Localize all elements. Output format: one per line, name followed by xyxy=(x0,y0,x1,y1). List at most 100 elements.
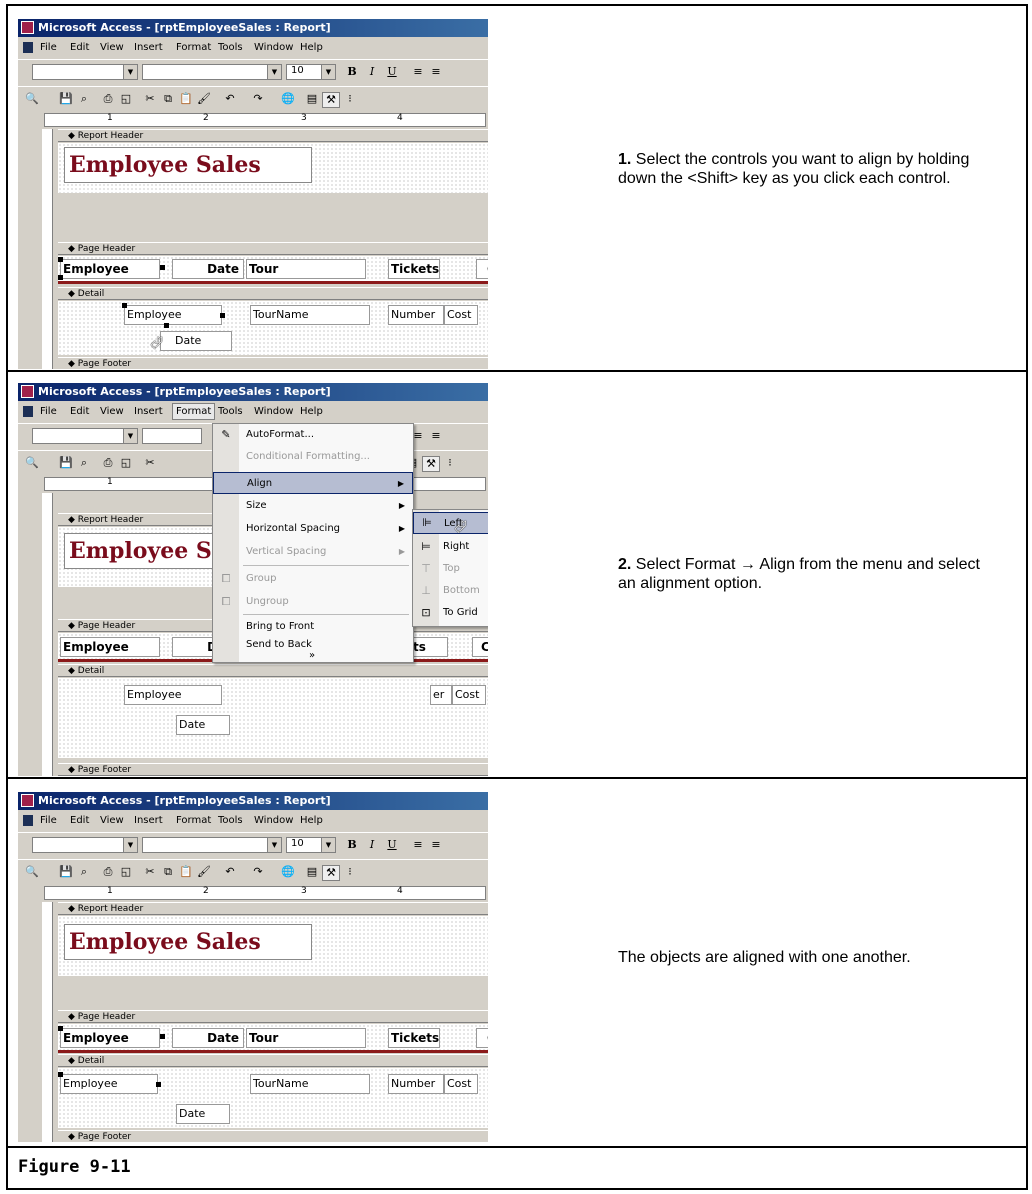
cost-header-label[interactable]: C xyxy=(476,259,488,279)
selection-handle[interactable] xyxy=(220,313,225,318)
expand-menu-chevron-icon[interactable]: » xyxy=(309,650,315,661)
menu-view[interactable]: View xyxy=(100,815,124,826)
format-painter-icon[interactable]: 🖌 xyxy=(196,865,212,879)
employee-field[interactable]: Employee xyxy=(60,1074,158,1094)
menu-item-align[interactable]: Align ▶ xyxy=(213,472,413,494)
format-painter-icon[interactable]: 🖌 xyxy=(196,92,212,106)
menu-window[interactable]: Window xyxy=(254,42,293,53)
menu-view[interactable]: View xyxy=(100,42,124,53)
menu-tools[interactable]: Tools xyxy=(218,42,243,53)
report-doc-icon[interactable] xyxy=(23,815,33,826)
employee-field[interactable]: Employee xyxy=(124,305,222,325)
print-preview-icon[interactable]: ◱ xyxy=(118,92,134,106)
menu-help[interactable]: Help xyxy=(300,815,323,826)
band-detail[interactable]: ◆ Detail xyxy=(58,1054,488,1067)
bold-button[interactable]: B xyxy=(344,65,360,79)
redo-icon[interactable]: ↷ xyxy=(250,865,266,879)
menu-item-align-top[interactable]: ⊤ Top xyxy=(413,558,488,580)
tour-header-label[interactable]: Tour xyxy=(246,259,366,279)
paste-icon[interactable]: 📋 xyxy=(178,92,194,106)
object-combo[interactable]: ▼ xyxy=(32,64,138,80)
object-combo[interactable]: ▼ xyxy=(32,428,138,444)
font-combo[interactable] xyxy=(142,428,202,444)
selection-handle[interactable] xyxy=(164,323,169,328)
band-page-footer[interactable]: ◆ Page Footer xyxy=(58,1130,488,1142)
number-field[interactable]: er xyxy=(430,685,452,705)
copy-icon[interactable]: ⧉ xyxy=(160,865,176,879)
toolbox-icon[interactable]: ⚒ xyxy=(322,865,340,881)
band-page-header[interactable]: ◆ Page Header xyxy=(58,1010,488,1023)
font-combo[interactable]: ▼ xyxy=(142,64,282,80)
employee-header-label[interactable]: Employee xyxy=(60,259,160,279)
cut-icon[interactable]: ✂ xyxy=(142,865,158,879)
menu-item-conditional-formatting[interactable]: Conditional Formatting... xyxy=(213,446,413,468)
band-detail[interactable]: ◆ Detail xyxy=(58,287,488,300)
hyperlink-icon[interactable]: 🌐 xyxy=(280,865,296,879)
selection-handle[interactable] xyxy=(122,303,127,308)
object-combo[interactable]: ▼ xyxy=(32,837,138,853)
search-icon[interactable]: ⌕ xyxy=(76,865,92,879)
date-field[interactable]: Date xyxy=(176,715,230,735)
menu-edit[interactable]: Edit xyxy=(70,815,89,826)
save-icon[interactable]: 💾 xyxy=(58,92,74,106)
menu-window[interactable]: Window xyxy=(254,815,293,826)
view-icon[interactable]: 🔍 xyxy=(24,865,40,879)
menu-item-vertical-spacing[interactable]: Vertical Spacing ▶ xyxy=(213,541,413,563)
view-icon[interactable]: 🔍 xyxy=(24,456,40,470)
selection-handle[interactable] xyxy=(160,1034,165,1039)
menu-item-group[interactable]: ⧠ Group xyxy=(213,568,413,590)
bold-button[interactable]: B xyxy=(344,838,360,852)
menu-view[interactable]: View xyxy=(100,406,124,417)
cost-field[interactable]: Cost xyxy=(444,305,478,325)
employee-header-label[interactable]: Employee xyxy=(60,637,160,657)
align-left-icon[interactable]: ≡ xyxy=(410,838,426,852)
print-preview-icon[interactable]: ◱ xyxy=(118,865,134,879)
band-report-header[interactable]: ◆ Report Header xyxy=(58,902,488,915)
menu-item-align-left[interactable]: ⊫ Left xyxy=(413,512,488,534)
menu-help[interactable]: Help xyxy=(300,406,323,417)
selection-handle[interactable] xyxy=(58,1072,63,1077)
align-center-icon[interactable]: ≡ xyxy=(428,838,444,852)
menu-insert[interactable]: Insert xyxy=(134,406,163,417)
menu-item-horizontal-spacing[interactable]: Horizontal Spacing ▶ xyxy=(213,518,413,540)
date-header-label[interactable]: Date xyxy=(172,259,244,279)
italic-button[interactable]: I xyxy=(364,838,380,852)
menu-insert[interactable]: Insert xyxy=(134,815,163,826)
date-header-label[interactable]: Date xyxy=(172,1028,244,1048)
menu-file[interactable]: File xyxy=(40,815,57,826)
cut-icon[interactable]: ✂ xyxy=(142,92,158,106)
print-preview-icon[interactable]: ◱ xyxy=(118,456,134,470)
menu-file[interactable]: File xyxy=(40,42,57,53)
band-page-header[interactable]: ◆ Page Header xyxy=(58,242,488,255)
menu-edit[interactable]: Edit xyxy=(70,42,89,53)
selection-handle[interactable] xyxy=(156,1082,161,1087)
align-left-icon[interactable]: ≡ xyxy=(410,65,426,79)
band-page-footer[interactable]: ◆ Page Footer xyxy=(58,763,488,776)
menu-item-autoformat[interactable]: ✎ AutoFormat... xyxy=(213,424,413,446)
italic-button[interactable]: I xyxy=(364,65,380,79)
font-combo[interactable]: ▼ xyxy=(142,837,282,853)
redo-icon[interactable]: ↷ xyxy=(250,92,266,106)
underline-button[interactable]: U xyxy=(384,838,400,852)
band-report-header[interactable]: ◆ Report Header xyxy=(58,129,488,142)
toolbox-icon[interactable]: ⚒ xyxy=(322,92,340,108)
menu-item-ungroup[interactable]: ⧠ Ungroup xyxy=(213,591,413,613)
tickets-header-label[interactable]: Tickets xyxy=(388,1028,440,1048)
tourname-field[interactable]: TourName xyxy=(250,1074,370,1094)
undo-icon[interactable]: ↶ xyxy=(222,92,238,106)
menu-file[interactable]: File xyxy=(40,406,57,417)
selection-handle[interactable] xyxy=(160,265,165,270)
copy-icon[interactable]: ⧉ xyxy=(160,92,176,106)
cut-icon[interactable]: ✂ xyxy=(142,456,158,470)
menu-item-bring-to-front[interactable]: Bring to Front xyxy=(213,616,413,638)
menu-help[interactable]: Help xyxy=(300,42,323,53)
field-list-icon[interactable]: ▤ xyxy=(304,92,320,106)
report-title-label[interactable]: Employee Sales xyxy=(64,147,312,183)
align-center-icon[interactable]: ≡ xyxy=(428,65,444,79)
menu-item-align-to-grid[interactable]: ⊡ To Grid xyxy=(413,602,488,624)
menu-item-size[interactable]: Size ▶ xyxy=(213,495,413,517)
sorting-icon[interactable]: ⁝ xyxy=(342,865,358,879)
sorting-icon[interactable]: ⁝ xyxy=(342,92,358,106)
menu-format[interactable]: Format xyxy=(176,42,211,53)
employee-field[interactable]: Employee xyxy=(124,685,222,705)
